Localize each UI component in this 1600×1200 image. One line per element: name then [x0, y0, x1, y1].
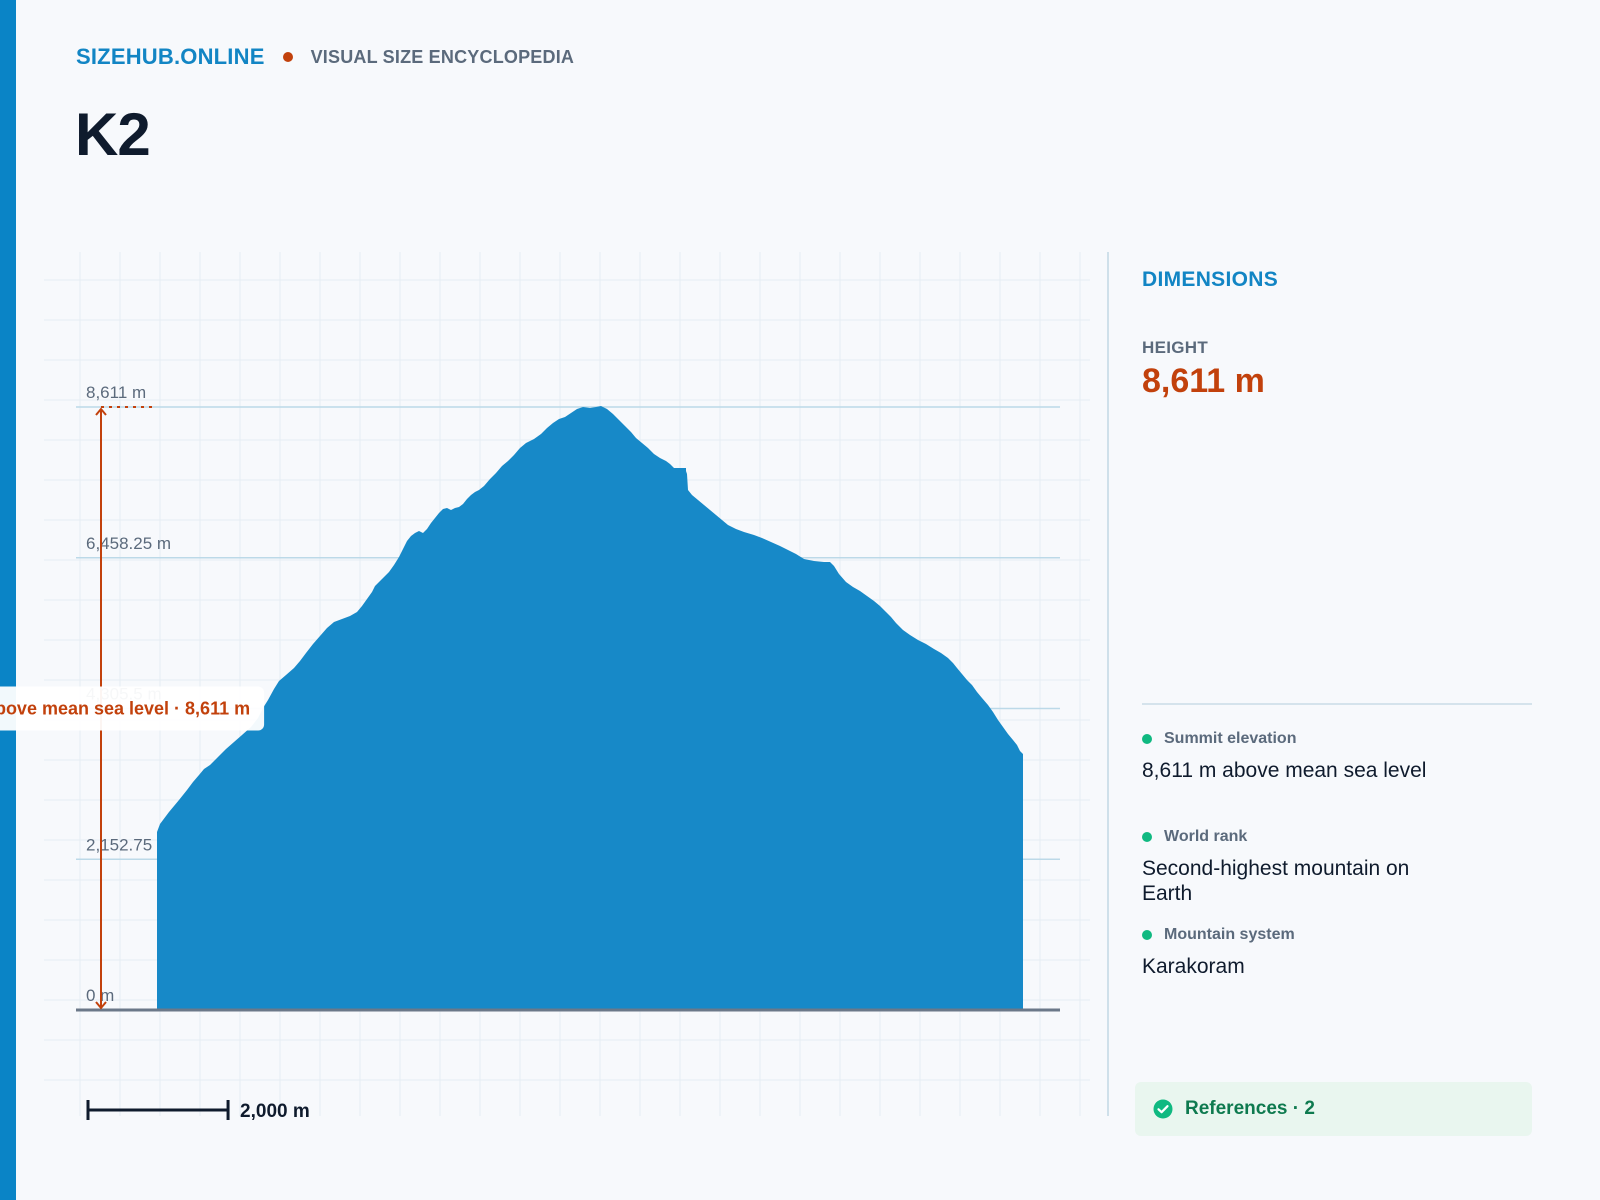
fact-label: World rank	[1142, 828, 1532, 846]
scale-bar-label: 2,000 m	[240, 1101, 310, 1122]
mountain-silhouette	[157, 406, 1023, 1010]
sea-level-baseline	[76, 1008, 1060, 1012]
check-circle-icon	[1153, 1099, 1173, 1119]
scale-bar: 2,000 m	[86, 1100, 310, 1122]
references-label: References · 2	[1185, 1098, 1315, 1119]
panel-divider-horizontal	[1142, 703, 1532, 705]
elevation-tick-label: 8,611 m	[86, 383, 146, 402]
fact-list: Summit elevation 8,611 m above mean sea …	[1142, 730, 1532, 1024]
panel-title: DIMENSIONS	[1142, 268, 1279, 291]
fact-mountain-system: Mountain system Karakoram	[1142, 926, 1532, 1024]
height-value: 8,611 m	[1142, 362, 1265, 400]
fact-label-text: World rank	[1164, 828, 1248, 845]
fact-label: Mountain system	[1142, 926, 1532, 944]
fact-value: 8,611 m above mean sea level	[1142, 759, 1427, 782]
fact-summit-elevation: Summit elevation 8,611 m above mean sea …	[1142, 730, 1532, 828]
height-label: HEIGHT	[1142, 338, 1209, 357]
measure-callout: Elevation above mean sea level · 8,611 m	[0, 699, 250, 719]
height-diagram: 0 m2,152.75 m4,305.5 m6,458.25 m8,611 m …	[0, 252, 1090, 1122]
references-button[interactable]: References · 2	[1135, 1082, 1532, 1136]
bullet-dot-icon	[1142, 930, 1152, 940]
fact-world-rank: World rank Second-highest mountain on Ea…	[1142, 828, 1532, 926]
bullet-dot-icon	[1142, 832, 1152, 842]
fact-label-text: Summit elevation	[1164, 730, 1297, 747]
fact-value: Karakoram	[1142, 955, 1245, 978]
dimensions-panel: DIMENSIONS HEIGHT 8,611 m	[1142, 268, 1532, 401]
elevation-tick-label: 6,458.25 m	[86, 534, 171, 553]
fact-value: Second-highest mountain on Earth	[1142, 857, 1410, 905]
fact-label: Summit elevation	[1142, 730, 1532, 748]
fact-label-text: Mountain system	[1164, 926, 1295, 943]
bullet-dot-icon	[1142, 734, 1152, 744]
panel-divider	[1107, 252, 1109, 1116]
